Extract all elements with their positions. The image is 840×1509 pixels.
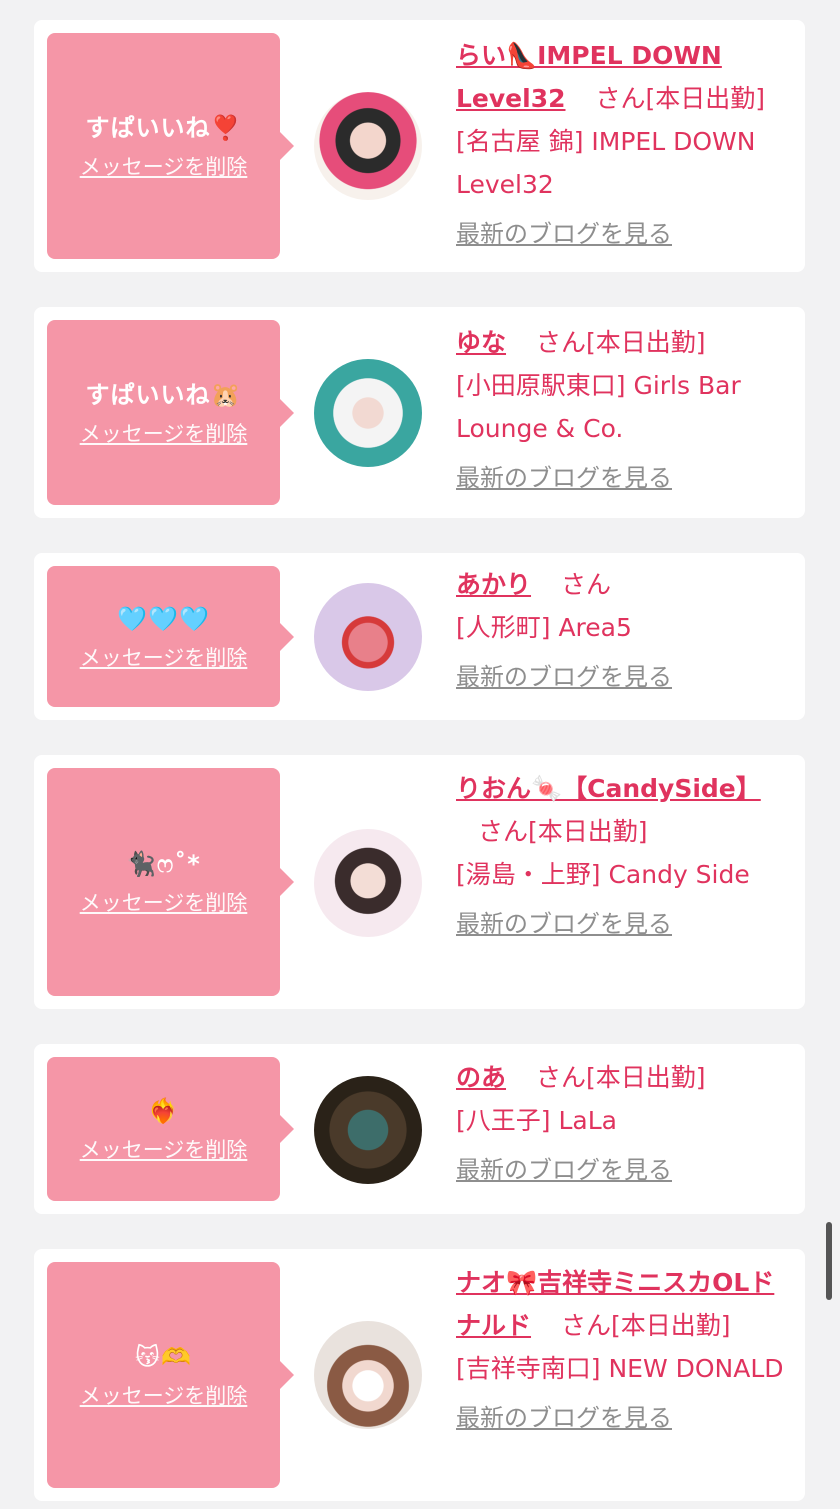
cast-name-link[interactable]: りおん🍬【CandySide】	[456, 774, 761, 803]
avatar[interactable]	[314, 92, 422, 200]
avatar[interactable]	[314, 583, 422, 691]
message-bubble: 🐈‍⬛ෆ˚* メッセージを削除	[47, 768, 294, 996]
scrollbar[interactable]	[826, 1222, 832, 1300]
cast-info: あかり さん [人形町] Area5 最新のブログを見る	[456, 563, 791, 692]
honorific: さん	[535, 1063, 586, 1092]
message-text: すぱいいね❣️	[85, 114, 242, 142]
message-bubble: ❤️‍🔥 メッセージを削除	[47, 1057, 294, 1201]
cast-info: りおん🍬【CandySide】 さん[本日出勤] [湯島・上野] Candy S…	[456, 767, 791, 939]
honorific: さん	[478, 817, 529, 846]
status-badge: [本日出勤]	[645, 84, 765, 113]
latest-blog-link[interactable]: 最新のブログを見る	[456, 458, 791, 493]
delete-message-link[interactable]: メッセージを削除	[80, 642, 248, 672]
cast-name-link[interactable]: あかり	[456, 570, 531, 599]
list-item: 🐈‍⬛ෆ˚* メッセージを削除 りおん🍬【CandySide】 さん[本日出勤]…	[34, 755, 805, 1009]
delete-message-link[interactable]: メッセージを削除	[80, 1380, 248, 1410]
message-text: 🐈‍⬛ෆ˚*	[126, 850, 201, 878]
message-text: 😽🫶	[135, 1343, 192, 1371]
message-bubble: 🩵🩵🩵 メッセージを削除	[47, 566, 294, 707]
cast-info: らい👠IMPEL DOWN Level32 さん[本日出勤] [名古屋 錦] I…	[456, 34, 791, 249]
shop-location: [名古屋 錦] IMPEL DOWN Level32	[456, 127, 756, 199]
list-item: 🩵🩵🩵 メッセージを削除 あかり さん [人形町] Area5 最新のブログを見…	[34, 553, 805, 720]
latest-blog-link[interactable]: 最新のブログを見る	[456, 1398, 791, 1433]
avatar[interactable]	[314, 1321, 422, 1429]
list-item: ❤️‍🔥 メッセージを削除 のあ さん[本日出勤] [八王子] LaLa 最新の…	[34, 1044, 805, 1214]
honorific: さん	[560, 1311, 611, 1340]
list-item: すぱいいね🐹 メッセージを削除 ゆな さん[本日出勤] [小田原駅東口] Gir…	[34, 307, 805, 518]
latest-blog-link[interactable]: 最新のブログを見る	[456, 1150, 791, 1185]
list-item: 😽🫶 メッセージを削除 ナオ🎀吉祥寺ミニスカOLドナルド さん[本日出勤] [吉…	[34, 1249, 805, 1501]
message-text: すぱいいね🐹	[85, 380, 242, 409]
cast-name-link[interactable]: ゆな	[456, 328, 506, 357]
latest-blog-link[interactable]: 最新のブログを見る	[456, 904, 791, 939]
honorific: さん	[560, 570, 611, 599]
avatar[interactable]	[314, 359, 422, 467]
cast-name-link[interactable]: のあ	[456, 1063, 506, 1092]
avatar[interactable]	[314, 829, 422, 937]
delete-message-link[interactable]: メッセージを削除	[80, 887, 248, 917]
cast-info: ゆな さん[本日出勤] [小田原駅東口] Girls Bar Lounge & …	[456, 321, 791, 493]
shop-location: [小田原駅東口] Girls Bar Lounge & Co.	[456, 371, 741, 443]
honorific: さん	[595, 84, 646, 113]
shop-location: [湯島・上野] Candy Side	[456, 860, 750, 889]
shop-location: [八王子] LaLa	[456, 1106, 617, 1135]
shop-location: [吉祥寺南口] NEW DONALD	[456, 1354, 784, 1383]
status-badge: [本日出勤]	[610, 1311, 731, 1340]
shop-location: [人形町] Area5	[456, 613, 632, 642]
status-badge: [本日出勤]	[585, 1063, 706, 1092]
honorific: さん	[535, 328, 586, 357]
message-text: ❤️‍🔥	[148, 1097, 179, 1125]
delete-message-link[interactable]: メッセージを削除	[80, 418, 248, 448]
list-item: すぱいいね❣️ メッセージを削除 らい👠IMPEL DOWN Level32 さ…	[34, 20, 805, 272]
latest-blog-link[interactable]: 最新のブログを見る	[456, 657, 791, 692]
cast-info: ナオ🎀吉祥寺ミニスカOLドナルド さん[本日出勤] [吉祥寺南口] NEW DO…	[456, 1261, 791, 1433]
message-bubble: すぱいいね🐹 メッセージを削除	[47, 320, 294, 505]
message-text: 🩵🩵🩵	[117, 604, 210, 633]
message-bubble: すぱいいね❣️ メッセージを削除	[47, 33, 294, 259]
status-badge: [本日出勤]	[585, 328, 706, 357]
delete-message-link[interactable]: メッセージを削除	[80, 151, 248, 181]
status-badge: [本日出勤]	[528, 817, 648, 846]
cast-info: のあ さん[本日出勤] [八王子] LaLa 最新のブログを見る	[456, 1056, 791, 1185]
latest-blog-link[interactable]: 最新のブログを見る	[456, 214, 791, 249]
avatar[interactable]	[314, 1076, 422, 1184]
message-bubble: 😽🫶 メッセージを削除	[47, 1262, 294, 1488]
delete-message-link[interactable]: メッセージを削除	[80, 1134, 248, 1164]
